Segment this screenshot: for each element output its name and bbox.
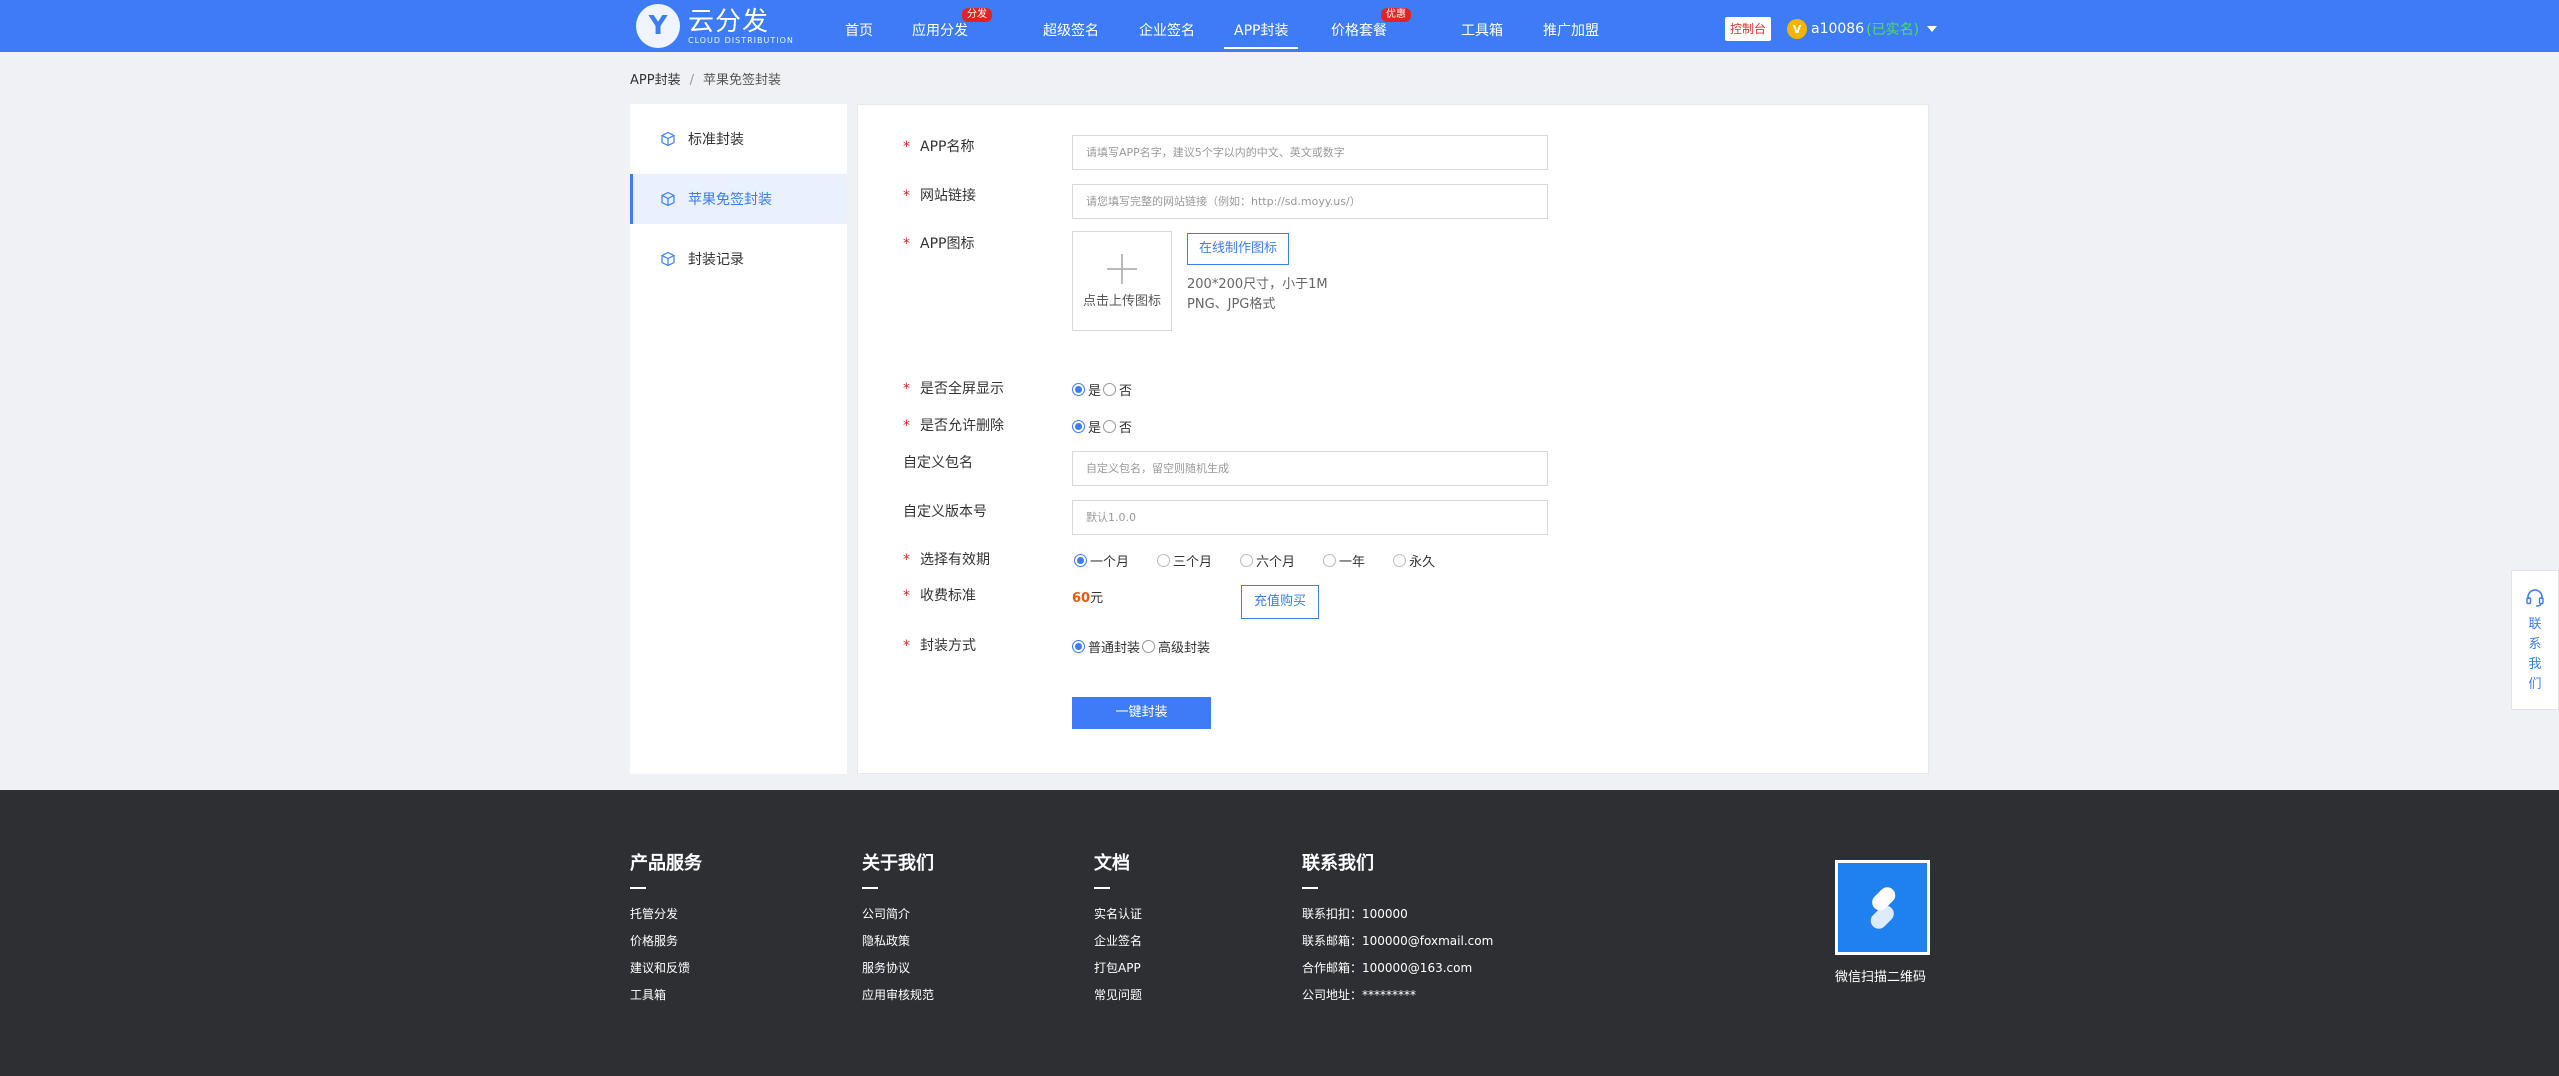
- footer-link[interactable]: 常见问题: [1094, 982, 1142, 1009]
- footer-docs: 文档 实名认证 企业签名 打包APP 常见问题: [1094, 849, 1142, 1009]
- nav-pricing[interactable]: 价格套餐 优惠: [1331, 8, 1411, 40]
- contact-us-float[interactable]: 联系我们: [2511, 570, 2559, 710]
- sidebar-item-standard-package[interactable]: 标准封装: [630, 114, 847, 164]
- chevron-down-icon: [1927, 26, 1938, 32]
- allow-delete-no-radio[interactable]: [1103, 420, 1117, 433]
- footer-link[interactable]: 实名认证: [1094, 901, 1142, 928]
- footer-link[interactable]: 企业签名: [1094, 928, 1142, 955]
- verified-status: (已实名): [1866, 22, 1920, 38]
- footer-link[interactable]: 隐私政策: [862, 928, 934, 955]
- fullscreen-label: * 是否全屏显示: [903, 381, 1004, 397]
- nav-enterprise-signature[interactable]: 企业签名: [1139, 20, 1195, 40]
- top-navbar: Y 云分发 CLOUD DISTRIBUTION 首页 应用分发 分发 超级签名 …: [0, 0, 2559, 52]
- fee-label: * 收费标准: [903, 588, 976, 604]
- nav-app-package[interactable]: APP封装: [1223, 20, 1300, 49]
- icon-format-hint: PNG、JPG格式: [1187, 297, 1276, 312]
- icon-upload-box[interactable]: 点击上传图标: [1072, 231, 1172, 331]
- username: a10086: [1811, 21, 1865, 37]
- make-icon-button[interactable]: 在线制作图标: [1187, 233, 1290, 265]
- url-input[interactable]: [1072, 184, 1548, 219]
- footer-link[interactable]: 建议和反馈: [630, 955, 702, 982]
- footer: 产品服务 托管分发 价格服务 建议和反馈 工具箱 关于我们 公司简介 隐私政策 …: [0, 790, 2559, 1076]
- sidebar-item-package-records[interactable]: 封装记录: [630, 234, 847, 284]
- validity-1m-radio[interactable]: [1074, 554, 1087, 567]
- cube-icon: [661, 131, 675, 147]
- footer-about: 关于我们 公司简介 隐私政策 服务协议 应用审核规范: [862, 849, 934, 1009]
- validity-radio-group: 一个月 三个月 六个月 一年 永久: [1072, 551, 1437, 570]
- allow-delete-label: * 是否允许删除: [903, 418, 1004, 434]
- nav-home[interactable]: 首页: [845, 20, 873, 40]
- sidebar-item-apple-package[interactable]: 苹果免签封装: [630, 174, 847, 224]
- version-label: 自定义版本号: [903, 504, 987, 520]
- nav-toolbox[interactable]: 工具箱: [1461, 20, 1503, 40]
- nav-badge-distribution: 分发: [962, 8, 992, 22]
- qr-caption: 微信扫描二维码: [1835, 970, 1927, 985]
- package-name-label: 自定义包名: [903, 455, 973, 471]
- footer-link[interactable]: 应用审核规范: [862, 982, 934, 1009]
- logo[interactable]: Y 云分发 CLOUD DISTRIBUTION: [636, 3, 794, 49]
- breadcrumb: APP封装 / 苹果免签封装: [630, 73, 781, 88]
- cube-icon: [661, 191, 675, 207]
- footer-partner-email: 合作邮箱：100000@163.com: [1302, 961, 1473, 975]
- footer-link[interactable]: 公司简介: [862, 901, 934, 928]
- package-method-radio-group: 普通封装 高级封装: [1072, 637, 1212, 656]
- icon-size-hint: 200*200尺寸，小于1M: [1187, 277, 1328, 292]
- allow-delete-yes-radio[interactable]: [1072, 420, 1085, 433]
- avatar: V: [1787, 19, 1807, 39]
- footer-link[interactable]: 工具箱: [630, 982, 702, 1009]
- fullscreen-radio-group: 是 否: [1072, 380, 1134, 399]
- app-name-input[interactable]: [1072, 135, 1548, 170]
- breadcrumb-current: 苹果免签封装: [702, 73, 781, 88]
- validity-label: * 选择有效期: [903, 552, 990, 568]
- nav-promotion[interactable]: 推广加盟: [1543, 20, 1599, 40]
- fee-value: 60元: [1072, 591, 1104, 606]
- allow-delete-radio-group: 是 否: [1072, 417, 1134, 436]
- method-normal-radio[interactable]: [1072, 640, 1085, 653]
- cube-icon: [661, 251, 675, 267]
- version-input[interactable]: [1072, 500, 1548, 535]
- footer-link[interactable]: 价格服务: [630, 928, 702, 955]
- nav-super-signature[interactable]: 超级签名: [1043, 20, 1099, 40]
- console-button[interactable]: 控制台: [1725, 17, 1772, 41]
- logo-subtitle: CLOUD DISTRIBUTION: [688, 35, 794, 45]
- nav-badge-discount: 优惠: [1381, 8, 1411, 22]
- footer-contact-qq: 联系扣扣：100000: [1302, 907, 1408, 921]
- package-name-input[interactable]: [1072, 451, 1548, 486]
- headset-icon: [2526, 589, 2544, 607]
- breadcrumb-root[interactable]: APP封装: [630, 73, 681, 88]
- footer-contact: 联系我们 联系扣扣：100000 联系邮箱：100000@foxmail.com…: [1302, 849, 1493, 1009]
- footer-link[interactable]: 服务协议: [862, 955, 934, 982]
- package-form: *APP名称 *网站链接 *APP图标 点击上传图标 在线制作图标 200*20…: [857, 104, 1929, 774]
- validity-3m-radio[interactable]: [1157, 554, 1171, 567]
- nav-app-distribution[interactable]: 应用分发 分发: [912, 8, 992, 40]
- url-label: * 网站链接: [903, 188, 976, 204]
- fullscreen-no-radio[interactable]: [1103, 383, 1117, 396]
- validity-1y-radio[interactable]: [1323, 554, 1337, 567]
- method-advanced-radio[interactable]: [1142, 640, 1156, 653]
- contact-us-text: 联系我们: [2528, 617, 2542, 692]
- app-icon-label: * APP图标: [903, 236, 975, 252]
- footer-link[interactable]: 托管分发: [630, 901, 702, 928]
- app-logo-icon: [1870, 886, 1895, 929]
- package-method-label: * 封装方式: [903, 638, 976, 654]
- validity-forever-radio[interactable]: [1393, 554, 1407, 567]
- sidebar: 标准封装 苹果免签封装 封装记录: [630, 104, 847, 774]
- one-click-package-button[interactable]: 一键封装: [1072, 697, 1211, 729]
- logo-icon: Y: [636, 4, 680, 48]
- footer-address: 公司地址：*********: [1302, 988, 1417, 1002]
- app-name-label: * APP名称: [903, 139, 975, 155]
- wechat-qr-code: [1835, 860, 1930, 955]
- footer-link[interactable]: 打包APP: [1094, 955, 1142, 982]
- footer-products: 产品服务 托管分发 价格服务 建议和反馈 工具箱: [630, 849, 702, 1009]
- plus-icon: [1107, 253, 1137, 284]
- validity-6m-radio[interactable]: [1240, 554, 1254, 567]
- logo-name: 云分发: [688, 6, 770, 37]
- recharge-button[interactable]: 充值购买: [1241, 585, 1320, 619]
- footer-contact-email: 联系邮箱：100000@foxmail.com: [1302, 934, 1494, 948]
- user-menu[interactable]: V a10086 (已实名): [1787, 19, 1938, 39]
- fullscreen-yes-radio[interactable]: [1072, 383, 1085, 396]
